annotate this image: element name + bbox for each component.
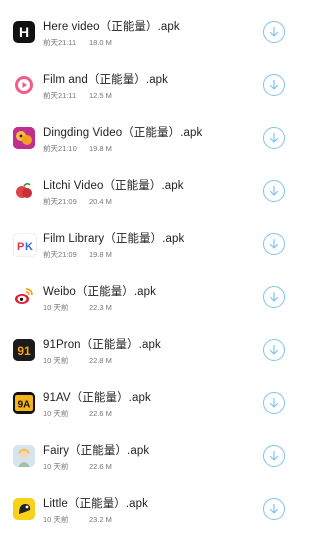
- download-arrow-icon: [269, 344, 279, 355]
- item-meta: 前天21:09 19.8 M: [43, 249, 112, 260]
- 91pron-icon: 91: [13, 339, 35, 361]
- item-size: 20.4 M: [89, 197, 112, 206]
- film-library-pk-icon: PK: [13, 233, 37, 257]
- item-meta: 前天21:11 18.0 M: [43, 37, 112, 48]
- download-button[interactable]: [263, 180, 285, 202]
- item-name: Dingding Video（正能量）.apk: [43, 127, 203, 139]
- svg-text:K: K: [25, 241, 33, 253]
- 91av-icon: 9A: [13, 392, 35, 414]
- item-time: 前天21:09: [43, 197, 77, 206]
- item-size: 22.6 M: [89, 409, 112, 418]
- item-name: Fairy（正能量）.apk: [43, 445, 150, 457]
- download-item[interactable]: Film and（正能量）.apk 前天21:11 12.5 M: [0, 61, 300, 113]
- download-arrow-icon: [269, 132, 279, 143]
- download-item[interactable]: 91 91Pron（正能量）.apk 10 天前 22.8 M: [0, 326, 300, 378]
- item-time: 10 天前: [43, 303, 69, 312]
- item-size: 12.5 M: [89, 91, 112, 100]
- item-meta: 前天21:09 20.4 M: [43, 196, 112, 207]
- download-arrow-icon: [269, 185, 279, 196]
- item-time: 前天21:11: [43, 91, 77, 100]
- download-button[interactable]: [263, 74, 285, 96]
- svg-text:H: H: [19, 24, 29, 40]
- item-meta: 前天21:10 19.8 M: [43, 143, 112, 154]
- download-arrow-icon: [269, 26, 279, 37]
- item-time: 10 天前: [43, 515, 69, 524]
- litchi-video-icon: [13, 180, 35, 202]
- item-size: 22.3 M: [89, 303, 112, 312]
- item-meta: 10 天前 22.3 M: [43, 302, 112, 313]
- item-name: Film Library（正能量）.apk: [43, 233, 185, 245]
- item-size: 22.6 M: [89, 462, 112, 471]
- svg-text:P: P: [17, 241, 24, 253]
- download-button[interactable]: [263, 233, 285, 255]
- download-item[interactable]: Dingding Video（正能量）.apk 前天21:10 19.8 M: [0, 114, 300, 166]
- download-arrow-icon: [269, 503, 279, 514]
- weibo-icon: [13, 286, 35, 308]
- item-size: 19.8 M: [89, 250, 112, 259]
- item-size: 23.2 M: [89, 515, 112, 524]
- download-arrow-icon: [269, 450, 279, 461]
- download-button[interactable]: [263, 339, 285, 361]
- download-arrow-icon: [269, 291, 279, 302]
- here-video-h-icon: H: [13, 21, 35, 43]
- download-button[interactable]: [263, 498, 285, 520]
- svg-text:9A: 9A: [18, 400, 31, 411]
- download-list: H Here video（正能量）.apk 前天21:11 18.0 M Film…: [0, 0, 300, 533]
- fairy-icon: [13, 445, 35, 467]
- download-button[interactable]: [263, 392, 285, 414]
- item-name: Here video（正能量）.apk: [43, 21, 180, 33]
- dingding-video-icon: [13, 127, 35, 149]
- item-meta: 10 天前 22.8 M: [43, 355, 112, 366]
- item-time: 前天21:11: [43, 38, 77, 47]
- item-name: Film and（正能量）.apk: [43, 74, 169, 86]
- download-item[interactable]: Little（正能量）.apk 10 天前 23.2 M: [0, 485, 300, 537]
- item-time: 10 天前: [43, 462, 69, 471]
- download-item[interactable]: H Here video（正能量）.apk 前天21:11 18.0 M: [0, 8, 300, 60]
- download-button[interactable]: [263, 286, 285, 308]
- item-size: 22.8 M: [89, 356, 112, 365]
- download-item[interactable]: PK Film Library（正能量）.apk 前天21:09 19.8 M: [0, 220, 300, 272]
- item-name: Little（正能量）.apk: [43, 498, 149, 510]
- download-item[interactable]: 9A 91AV（正能量）.apk 10 天前 22.6 M: [0, 379, 300, 431]
- item-time: 前天21:09: [43, 250, 77, 259]
- item-name: Litchi Video（正能量）.apk: [43, 180, 184, 192]
- download-arrow-icon: [269, 238, 279, 249]
- download-item[interactable]: Fairy（正能量）.apk 10 天前 22.6 M: [0, 432, 300, 484]
- item-meta: 10 天前 22.6 M: [43, 461, 112, 472]
- svg-text:91: 91: [17, 344, 31, 358]
- item-size: 18.0 M: [89, 38, 112, 47]
- film-and-play-icon: [13, 74, 35, 96]
- item-size: 19.8 M: [89, 144, 112, 153]
- item-time: 10 天前: [43, 409, 69, 418]
- item-meta: 前天21:11 12.5 M: [43, 90, 112, 101]
- download-arrow-icon: [269, 397, 279, 408]
- download-item[interactable]: Litchi Video（正能量）.apk 前天21:09 20.4 M: [0, 167, 300, 219]
- download-button[interactable]: [263, 127, 285, 149]
- download-arrow-icon: [269, 79, 279, 90]
- item-meta: 10 天前 22.6 M: [43, 408, 112, 419]
- download-button[interactable]: [263, 445, 285, 467]
- item-name: Weibo（正能量）.apk: [43, 286, 157, 298]
- download-item[interactable]: Weibo（正能量）.apk 10 天前 22.3 M: [0, 273, 300, 325]
- item-name: 91Pron（正能量）.apk: [43, 339, 161, 351]
- item-name: 91AV（正能量）.apk: [43, 392, 151, 404]
- download-button[interactable]: [263, 21, 285, 43]
- item-time: 前天21:10: [43, 144, 77, 153]
- item-meta: 10 天前 23.2 M: [43, 514, 112, 525]
- item-time: 10 天前: [43, 356, 69, 365]
- little-icon: [13, 498, 35, 520]
